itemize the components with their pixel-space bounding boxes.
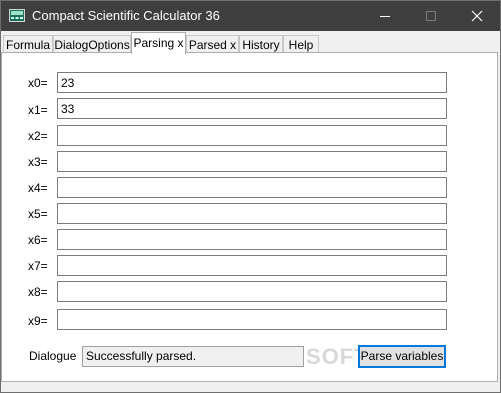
close-icon (471, 10, 483, 22)
window-title: Compact Scientific Calculator 36 (32, 8, 220, 23)
x9-label: x9= (28, 314, 48, 328)
x4-input[interactable] (57, 177, 447, 198)
x0-label: x0= (28, 76, 48, 90)
x5-input[interactable] (57, 203, 447, 224)
x4-label: x4= (28, 181, 48, 195)
x2-label: x2= (28, 129, 48, 143)
x5-label: x5= (28, 207, 48, 221)
x7-input[interactable] (57, 255, 447, 276)
tab-parsing-x[interactable]: Parsing x (131, 32, 186, 54)
minimize-icon (380, 16, 390, 17)
minimize-button[interactable] (362, 1, 408, 31)
x9-input[interactable] (57, 309, 447, 330)
tab-help[interactable]: Help (283, 35, 319, 53)
dialogue-field: Successfully parsed. (82, 346, 304, 367)
x6-label: x6= (28, 233, 48, 247)
maximize-icon (426, 11, 436, 21)
x8-input[interactable] (57, 281, 447, 302)
x3-input[interactable] (57, 151, 447, 172)
dialogue-label: Dialogue (29, 349, 77, 363)
parse-variables-button[interactable]: Parse variables (358, 345, 446, 368)
tab-history[interactable]: History (239, 35, 283, 53)
tab-dialog-options[interactable]: DialogOptions (53, 35, 131, 53)
x0-input[interactable] (57, 72, 447, 93)
tab-parsed-x[interactable]: Parsed x (186, 35, 239, 53)
tab-formula[interactable]: Formula (3, 35, 53, 53)
x6-input[interactable] (57, 229, 447, 250)
x8-label: x8= (28, 285, 48, 299)
close-button[interactable] (454, 1, 500, 31)
x2-input[interactable] (57, 125, 447, 146)
tab-strip: Formula DialogOptions Parsing x Parsed x… (1, 32, 500, 54)
calculator-app-icon (9, 9, 25, 22)
maximize-button[interactable] (408, 1, 454, 31)
title-bar[interactable]: Compact Scientific Calculator 36 (1, 1, 500, 31)
x3-label: x3= (28, 155, 48, 169)
x1-input[interactable] (57, 98, 447, 119)
x7-label: x7= (28, 259, 48, 273)
x1-label: x1= (28, 103, 48, 117)
